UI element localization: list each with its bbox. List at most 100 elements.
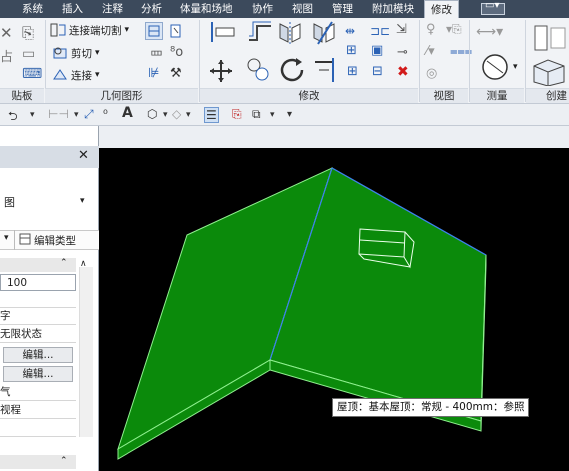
edit-type-label: 编辑类型	[34, 234, 76, 247]
edit-property-button[interactable]: 编辑...	[3, 366, 73, 382]
override-graphics-icon[interactable]: ▾⎘	[446, 22, 462, 37]
split-gap-icon[interactable]: ⊐⊏	[370, 24, 390, 38]
split-with-gap-icon[interactable]: ▣	[371, 43, 383, 58]
switch-windows-icon[interactable]: ⧉	[252, 107, 261, 122]
tab-view[interactable]: 视图	[292, 0, 313, 18]
view-eraser-icon[interactable]: ◎	[426, 66, 437, 81]
chevron-down-icon[interactable]: ▾	[74, 110, 79, 120]
property-row: 气	[0, 384, 76, 401]
text-icon[interactable]: A	[122, 105, 133, 121]
group-label-clipboard: 贴板	[0, 88, 44, 103]
3d-viewport[interactable]	[99, 126, 569, 471]
section-icon[interactable]: ◇	[172, 107, 181, 121]
linework-icon[interactable]: ⁄▾	[426, 44, 435, 59]
properties-panel: ✕ 图 ▾ ▾ 编辑类型 ⌃ ∧ 100 字 无限状态 编辑... 编辑... …	[0, 126, 99, 471]
rotate-button[interactable]	[278, 56, 306, 87]
move-icon	[210, 60, 232, 82]
offset-icon	[249, 21, 271, 41]
chevron-down-icon[interactable]: ▾	[186, 110, 191, 120]
customize-qat-icon[interactable]: ▾	[287, 109, 292, 120]
measure-icon[interactable]: ⟷▾	[476, 24, 503, 40]
chevron-down-icon[interactable]: ▾	[30, 110, 35, 120]
chevron-down-icon: ▾	[95, 48, 100, 58]
copy-icon[interactable]: ⎘	[22, 24, 34, 42]
tab-collaborate[interactable]: 协作	[252, 0, 273, 18]
beam-column-join-icon[interactable]: ⊯	[148, 66, 159, 81]
cut-geometry-icon	[52, 45, 68, 61]
rotate-icon	[280, 58, 304, 82]
wall-demolish-icon[interactable]: ⚒	[170, 66, 182, 81]
create-assembly-button[interactable]	[533, 22, 569, 57]
dimension-button[interactable]	[480, 52, 510, 85]
join-geometry-button[interactable]: 连接 ▾	[52, 67, 100, 83]
array-icon[interactable]: ⊞	[347, 64, 358, 79]
chevron-down-icon: ▾	[124, 25, 130, 35]
align-button[interactable]	[208, 20, 238, 47]
redo-icon[interactable]: ⮌	[8, 107, 18, 128]
tag-icon[interactable]: ⁰	[103, 107, 108, 121]
tab-modify[interactable]: 修改	[424, 0, 459, 19]
tab-addins[interactable]: 附加模块	[372, 0, 414, 18]
copy-element-button[interactable]	[245, 56, 271, 87]
pin-icon[interactable]: ⇲	[396, 22, 407, 37]
mirror-draw-axis-button[interactable]	[312, 20, 336, 49]
offset-button[interactable]	[245, 20, 275, 47]
group-label-modify: 修改	[200, 88, 418, 103]
quick-access-toolbar: ⮌ ▾ ⊢⊣ ▾ ⤢ ⁰ A ⬡ ▾ ◇ ▾ ☰ ⎘ ⧉ ▾ ▾	[0, 104, 569, 126]
3d-view-icon[interactable]: ⬡	[147, 107, 157, 121]
collapse-icon[interactable]: ⌃	[60, 258, 68, 268]
split-element-icon[interactable]: ⇹	[345, 24, 355, 38]
tab-analyze[interactable]: 分析	[141, 0, 162, 18]
edit-type-button[interactable]: 编辑类型	[14, 230, 76, 250]
cut-icon[interactable]: ✕	[0, 24, 13, 42]
paste-icon[interactable]: ▭	[22, 46, 35, 62]
dimension-qat-icon[interactable]: ⤢	[84, 107, 94, 122]
type-selector-dropdown-icon[interactable]: ▾	[80, 196, 85, 206]
chevron-down-icon[interactable]: ▾	[513, 62, 518, 72]
remove-paint-icon[interactable]: ⁸o	[170, 45, 183, 60]
edit-type-icon	[19, 233, 31, 248]
edit-property-button[interactable]: 编辑...	[3, 347, 73, 363]
chevron-down-icon[interactable]: ▾	[163, 110, 168, 120]
measure-qat-icon[interactable]: ⊢⊣	[48, 107, 69, 121]
match-properties-icon[interactable]: ⌨	[22, 66, 42, 82]
thin-lines-icon[interactable]: ☰	[204, 107, 219, 123]
close-icon[interactable]: ✕	[78, 148, 89, 163]
split-face-button[interactable]	[168, 23, 184, 42]
align-icon	[211, 22, 235, 42]
delete-icon[interactable]: ✖	[397, 64, 409, 80]
cut-geometry-button[interactable]: 剪切 ▾	[52, 45, 100, 61]
collapse-icon[interactable]: ⌃	[60, 456, 68, 466]
property-value-field[interactable]: 100	[0, 274, 76, 291]
tab-manage[interactable]: 管理	[332, 0, 353, 18]
copy-element-icon	[247, 58, 269, 81]
trim-extend-button[interactable]	[313, 56, 339, 87]
chevron-down-icon[interactable]: ▾	[4, 233, 9, 243]
paint-icon[interactable]: 罒	[150, 46, 163, 65]
clipboard-small-icon[interactable]: 占	[0, 46, 13, 65]
trim-multiple-icon[interactable]: ⊞	[346, 43, 357, 58]
tab-options-button[interactable]: ▭▾	[481, 0, 505, 15]
dimension-icon	[482, 54, 508, 80]
wall-joins-button[interactable]	[145, 22, 163, 40]
tab-insert[interactable]: 插入	[62, 0, 83, 18]
tab-massing-site[interactable]: 体量和场地	[180, 0, 233, 18]
property-row: 字	[0, 308, 76, 325]
hide-in-view-icon[interactable]: ♀	[426, 22, 436, 37]
scale-icon[interactable]: ⊟	[372, 64, 383, 79]
property-row	[0, 420, 76, 437]
tab-system[interactable]: 系统	[22, 0, 43, 18]
properties-scrollbar[interactable]	[79, 267, 93, 437]
unpin-icon[interactable]: ⊸	[397, 45, 408, 60]
move-button[interactable]	[208, 58, 234, 87]
close-hidden-windows-icon[interactable]: ⎘	[232, 107, 242, 122]
chevron-down-icon[interactable]: ▾	[270, 110, 275, 120]
roof-model[interactable]	[99, 148, 569, 471]
mirror-pick-axis-button[interactable]	[278, 20, 302, 49]
cut-geometry-label: 剪切	[71, 47, 92, 60]
trim-extend-icon	[315, 58, 334, 82]
tab-annotate[interactable]: 注释	[102, 0, 123, 18]
wall-joins-icon	[148, 25, 160, 37]
create-parts-button[interactable]	[530, 56, 568, 89]
join-cut-button[interactable]: 连接端切割 ▾	[50, 22, 129, 38]
